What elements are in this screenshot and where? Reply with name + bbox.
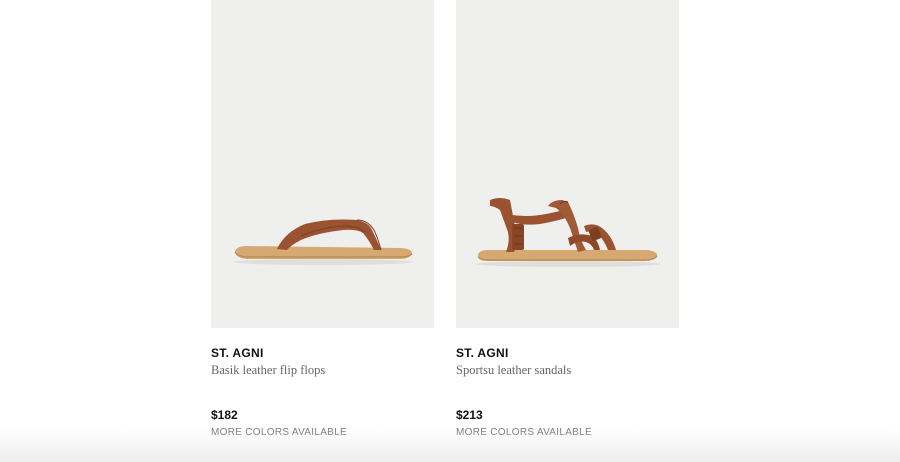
product-image[interactable]: [211, 0, 434, 328]
strappy-sport-sandal-icon: [476, 198, 660, 267]
flip-flop-sandal-icon: [233, 219, 413, 265]
product-card-sportsu-sandals[interactable]: ST. AGNI Sportsu leather sandals $213 MO…: [456, 0, 679, 438]
product-grid: ST. AGNI Basik leather flip flops $182 M…: [0, 0, 900, 462]
product-name[interactable]: Sportsu leather sandals: [456, 363, 571, 378]
more-colors-label[interactable]: MORE COLORS AVAILABLE: [456, 427, 592, 438]
product-brand[interactable]: ST. AGNI: [456, 346, 509, 360]
product-price: $182: [211, 408, 238, 422]
bottom-fade-overlay: [0, 428, 900, 462]
product-name[interactable]: Basik leather flip flops: [211, 363, 325, 378]
product-image[interactable]: [456, 0, 679, 328]
product-card-basik-flip-flops[interactable]: ST. AGNI Basik leather flip flops $182 M…: [211, 0, 434, 438]
product-price: $213: [456, 408, 483, 422]
more-colors-label[interactable]: MORE COLORS AVAILABLE: [211, 427, 347, 438]
product-brand[interactable]: ST. AGNI: [211, 346, 264, 360]
